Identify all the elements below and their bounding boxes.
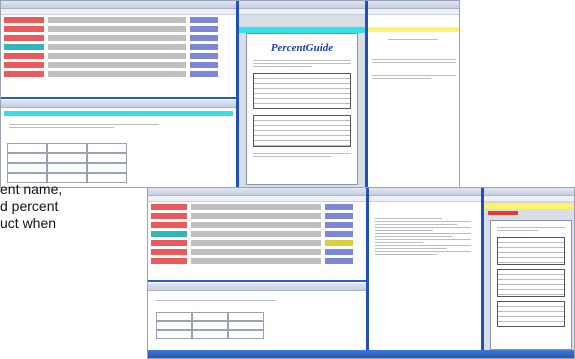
- list-item[interactable]: [151, 222, 363, 228]
- bottom-screenshot: [147, 187, 575, 359]
- table-cell: [47, 143, 87, 153]
- task-list: [4, 17, 232, 89]
- toolbar: [368, 1, 459, 9]
- doc-body: [497, 227, 565, 231]
- list-item[interactable]: [4, 53, 232, 59]
- document-page: PercentGuide: [246, 33, 358, 185]
- toolbar: [148, 283, 366, 291]
- ribbon: [239, 9, 365, 15]
- list-item[interactable]: [151, 213, 363, 219]
- top-screenshot: PercentGuide: [0, 0, 460, 188]
- top-right-window: [368, 1, 459, 187]
- highlight-band: [4, 111, 233, 116]
- ribbon: [369, 196, 481, 202]
- highlight-band: [484, 204, 574, 209]
- list-item[interactable]: [4, 35, 232, 41]
- caption-line-1: ent name,: [0, 181, 63, 197]
- text-block: [156, 298, 276, 303]
- list-item[interactable]: [4, 71, 232, 77]
- data-table: [7, 143, 127, 183]
- table-cell: [87, 143, 127, 153]
- bottom-left-window: [148, 188, 366, 352]
- doc-table: [497, 237, 565, 265]
- doc-table: [497, 269, 565, 297]
- toolbar: [1, 1, 236, 9]
- table-cell: [228, 321, 264, 330]
- taskbar[interactable]: [148, 350, 574, 358]
- table-cell: [87, 173, 127, 183]
- table-cell: [192, 330, 228, 339]
- table-cell: [228, 312, 264, 321]
- doc-body: [253, 153, 351, 157]
- doc-body: [375, 216, 471, 257]
- toolbar: [484, 188, 574, 196]
- table-cell: [192, 312, 228, 321]
- page: { "caption": { "lines": ["ent name,", "d…: [0, 0, 575, 359]
- table-cell: [156, 330, 192, 339]
- ribbon: [368, 9, 459, 15]
- toolbar: [148, 188, 366, 196]
- list-item[interactable]: [151, 258, 363, 264]
- text-block: [9, 122, 159, 130]
- table-cell: [87, 153, 127, 163]
- task-list: [151, 204, 363, 274]
- status-marker: [488, 211, 518, 215]
- text-block: [388, 37, 438, 42]
- list-item[interactable]: [151, 204, 363, 210]
- doc-table: [253, 115, 351, 147]
- divider: [148, 280, 366, 282]
- data-table: [156, 312, 264, 348]
- table-cell: [156, 312, 192, 321]
- doc-title: PercentGuide: [270, 42, 334, 54]
- list-item[interactable]: [151, 240, 363, 246]
- doc-table: [253, 73, 351, 109]
- table-cell: [156, 321, 192, 330]
- caption-line-2: d percent: [0, 198, 59, 214]
- list-item[interactable]: [4, 26, 232, 32]
- table-cell: [87, 163, 127, 173]
- list-item[interactable]: [151, 231, 363, 237]
- doc-body: [253, 60, 351, 67]
- ribbon: [484, 196, 574, 202]
- list-item[interactable]: [4, 44, 232, 50]
- table-cell: [7, 153, 47, 163]
- bottom-middle-window: [369, 188, 481, 352]
- divider: [1, 97, 236, 99]
- bottom-right-window: [484, 188, 574, 352]
- table-cell: [228, 330, 264, 339]
- toolbar: [1, 100, 236, 108]
- ribbon: [1, 9, 236, 15]
- top-left-window: [1, 1, 236, 187]
- table-cell: [7, 143, 47, 153]
- list-item[interactable]: [4, 62, 232, 68]
- list-item[interactable]: [4, 17, 232, 23]
- ribbon: [148, 196, 366, 202]
- table-cell: [7, 163, 47, 173]
- text-block: [372, 73, 456, 81]
- table-cell: [47, 153, 87, 163]
- document-page: [490, 220, 572, 350]
- table-cell: [192, 321, 228, 330]
- list-item[interactable]: [151, 249, 363, 255]
- caption-line-3: uct when: [0, 215, 57, 231]
- toolbar: [369, 188, 481, 196]
- table-cell: [47, 163, 87, 173]
- doc-table: [497, 301, 565, 327]
- text-block: [372, 57, 456, 65]
- toolbar: [239, 1, 365, 9]
- highlight-band: [368, 27, 459, 32]
- top-middle-window: PercentGuide: [239, 1, 365, 187]
